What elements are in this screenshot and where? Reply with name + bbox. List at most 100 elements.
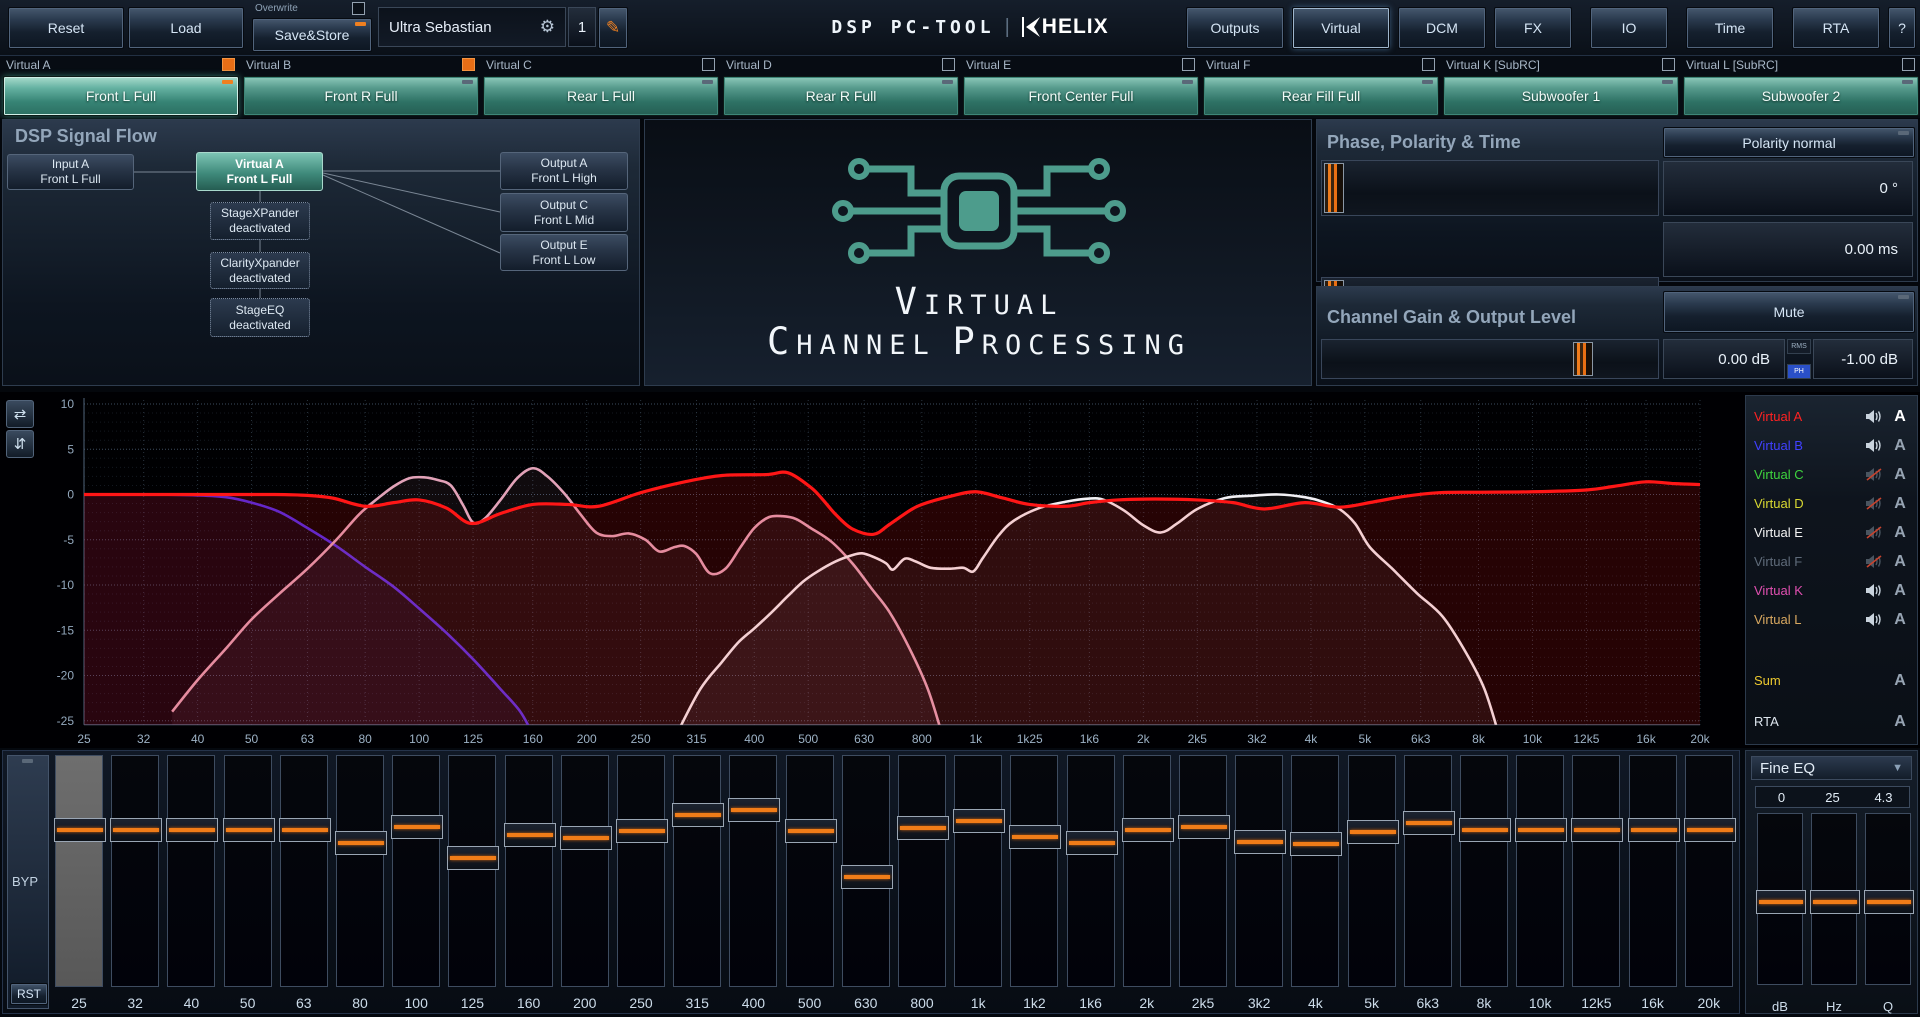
speaker-muted-icon[interactable] xyxy=(1865,496,1883,511)
channel-link-checkbox[interactable] xyxy=(702,58,715,71)
channel-button-front-center-full[interactable]: Front Center Full xyxy=(963,76,1199,116)
eq-band-handle-10k[interactable] xyxy=(1515,818,1567,842)
speaker-icon[interactable] xyxy=(1865,612,1883,627)
nav-outputs[interactable]: Outputs xyxy=(1186,7,1284,49)
speaker-muted-icon[interactable] xyxy=(1865,554,1883,569)
channel-link-checkbox[interactable] xyxy=(1902,58,1915,71)
eq-band-track-315[interactable] xyxy=(673,755,721,987)
eq-band-handle-4k[interactable] xyxy=(1290,832,1342,856)
phase-slider-handle[interactable] xyxy=(1324,163,1344,213)
flow-virtual-node[interactable]: Virtual A Front L Full xyxy=(196,152,323,191)
speaker-icon[interactable] xyxy=(1865,583,1883,598)
fine-eq-track-hz[interactable] xyxy=(1811,813,1857,985)
eq-band-handle-2k[interactable] xyxy=(1122,818,1174,842)
eq-band-handle-100[interactable] xyxy=(391,815,443,839)
eq-band-handle-630[interactable] xyxy=(841,865,893,889)
delay-value[interactable]: 0.00 ms xyxy=(1663,222,1913,277)
flow-output-c-node[interactable]: Output C Front L Mid xyxy=(500,193,628,232)
flow-stageeq-node[interactable]: StageEQ deactivated xyxy=(210,298,310,337)
fine-eq-dropdown[interactable]: Fine EQ ▼ xyxy=(1751,756,1912,780)
eq-band-track-2k[interactable] xyxy=(1123,755,1171,987)
fine-eq-handle-db[interactable] xyxy=(1756,890,1806,914)
eq-band-handle-1k6[interactable] xyxy=(1066,831,1118,855)
polarity-button[interactable]: Polarity normal xyxy=(1663,127,1915,158)
phase-slider[interactable] xyxy=(1321,160,1659,216)
eq-band-handle-800[interactable] xyxy=(897,816,949,840)
eq-band-track-5k[interactable] xyxy=(1348,755,1396,987)
auto-button[interactable]: A xyxy=(1891,524,1909,542)
eq-band-track-200[interactable] xyxy=(561,755,609,987)
channel-button-subwoofer-1[interactable]: Subwoofer 1 xyxy=(1443,76,1679,116)
eq-band-handle-5k[interactable] xyxy=(1347,820,1399,844)
eq-band-track-500[interactable] xyxy=(786,755,834,987)
eq-band-handle-315[interactable] xyxy=(672,803,724,827)
eq-band-handle-160[interactable] xyxy=(504,823,556,847)
eq-band-handle-2k5[interactable] xyxy=(1178,815,1230,839)
eq-band-track-80[interactable] xyxy=(336,755,384,987)
response-graph[interactable]: 1050-5-10-15-20-252532405063801001251602… xyxy=(0,392,1740,748)
eq-band-handle-125[interactable] xyxy=(447,846,499,870)
gain-slider-handle[interactable] xyxy=(1573,342,1593,376)
auto-button[interactable]: A xyxy=(1891,495,1909,513)
auto-button[interactable]: A xyxy=(1891,437,1909,455)
channel-link-checkbox[interactable] xyxy=(1422,58,1435,71)
flow-stagexpander-node[interactable]: StageXPander deactivated xyxy=(210,202,310,240)
nav-help[interactable]: ? xyxy=(1888,7,1916,49)
eq-band-track-6k3[interactable] xyxy=(1404,755,1452,987)
flow-output-a-node[interactable]: Output A Front L High xyxy=(500,152,628,190)
speaker-muted-icon[interactable] xyxy=(1865,467,1883,482)
eq-band-track-16k[interactable] xyxy=(1629,755,1677,987)
channel-button-rear-r-full[interactable]: Rear R Full xyxy=(723,76,959,116)
flow-output-e-node[interactable]: Output E Front L Low xyxy=(500,234,628,271)
channel-link-checkbox[interactable] xyxy=(1182,58,1195,71)
eq-band-handle-20k[interactable] xyxy=(1684,818,1736,842)
eq-band-track-250[interactable] xyxy=(617,755,665,987)
reset-eq-button[interactable]: RST xyxy=(10,983,48,1005)
eq-band-track-32[interactable] xyxy=(111,755,159,987)
rms-badge[interactable]: RMS xyxy=(1787,339,1811,354)
eq-band-handle-12k5[interactable] xyxy=(1571,818,1623,842)
eq-band-handle-400[interactable] xyxy=(728,798,780,822)
eq-band-track-2k5[interactable] xyxy=(1179,755,1227,987)
bypass-panel[interactable]: BYP RST xyxy=(7,755,49,1009)
channel-button-front-r-full[interactable]: Front R Full xyxy=(243,76,479,116)
eq-band-handle-250[interactable] xyxy=(616,819,668,843)
channel-button-rear-l-full[interactable]: Rear L Full xyxy=(483,76,719,116)
nav-rta[interactable]: RTA xyxy=(1792,7,1880,49)
channel-button-rear-fill-full[interactable]: Rear Fill Full xyxy=(1203,76,1439,116)
speaker-icon[interactable] xyxy=(1865,409,1883,424)
auto-button[interactable]: A xyxy=(1891,408,1909,426)
fine-eq-handle-hz[interactable] xyxy=(1810,890,1860,914)
eq-band-track-20k[interactable] xyxy=(1685,755,1733,987)
setup-name-field[interactable]: Ultra Sebastian ⚙ xyxy=(378,7,566,47)
eq-band-track-125[interactable] xyxy=(448,755,496,987)
eq-band-handle-16k[interactable] xyxy=(1628,818,1680,842)
mute-button[interactable]: Mute xyxy=(1663,291,1915,333)
channel-button-front-l-full[interactable]: Front L Full xyxy=(3,76,239,116)
eq-band-handle-1k2[interactable] xyxy=(1009,825,1061,849)
fine-eq-track-q[interactable] xyxy=(1865,813,1911,985)
eq-band-track-800[interactable] xyxy=(898,755,946,987)
fine-eq-handle-q[interactable] xyxy=(1864,890,1914,914)
channel-link-checkbox[interactable] xyxy=(222,58,235,71)
eq-band-handle-25[interactable] xyxy=(54,818,106,842)
nav-time[interactable]: Time xyxy=(1686,7,1774,49)
auto-button[interactable]: A xyxy=(1891,611,1909,629)
eq-band-track-8k[interactable] xyxy=(1460,755,1508,987)
eq-band-track-63[interactable] xyxy=(280,755,328,987)
eq-band-track-630[interactable] xyxy=(842,755,890,987)
load-button[interactable]: Load xyxy=(128,7,244,49)
auto-button[interactable]: A xyxy=(1891,553,1909,571)
channel-button-subwoofer-2[interactable]: Subwoofer 2 xyxy=(1683,76,1919,116)
eq-band-handle-3k2[interactable] xyxy=(1234,830,1286,854)
eq-band-track-12k5[interactable] xyxy=(1572,755,1620,987)
eq-band-handle-40[interactable] xyxy=(166,818,218,842)
channel-link-checkbox[interactable] xyxy=(462,58,475,71)
flow-clarityxpander-node[interactable]: ClarityXpander deactivated xyxy=(210,252,310,289)
auto-button[interactable]: A xyxy=(1891,672,1909,690)
nav-dcm[interactable]: DCM xyxy=(1398,7,1486,49)
preset-number[interactable]: 1 xyxy=(568,7,596,47)
phase-value[interactable]: 0 ° xyxy=(1663,161,1913,216)
eq-band-handle-6k3[interactable] xyxy=(1403,811,1455,835)
overwrite-checkbox[interactable] xyxy=(352,2,365,15)
